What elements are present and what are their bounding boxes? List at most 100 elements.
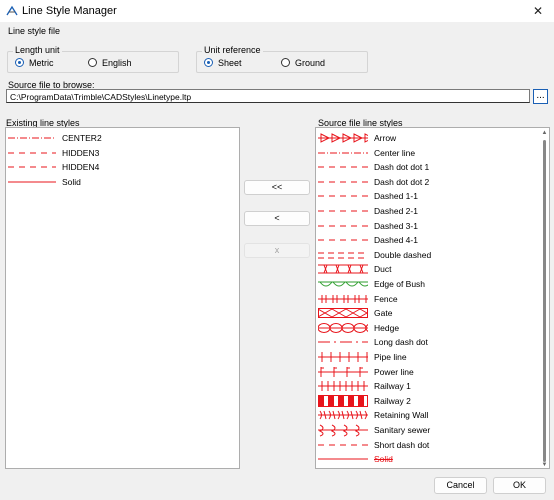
- close-icon[interactable]: ✕: [530, 4, 546, 18]
- list-item-label: Edge of Bush: [374, 279, 426, 289]
- line-pattern-icon: [318, 381, 368, 392]
- sheet-radio[interactable]: Sheet: [204, 58, 264, 70]
- list-item-label: Railway 2: [374, 395, 411, 406]
- english-radio[interactable]: English: [88, 58, 148, 70]
- line-pattern-icon: [318, 458, 368, 460]
- line-pattern-icon: [318, 195, 368, 197]
- cancel-button[interactable]: Cancel: [434, 477, 487, 494]
- line-pattern-icon: [318, 281, 368, 287]
- list-item-label: Dashed 1-1: [374, 191, 418, 202]
- app-icon: [6, 5, 18, 16]
- line-pattern-icon: [318, 294, 368, 303]
- source-file-field[interactable]: C:\ProgramData\Trimble\CADStyles\Linetyp…: [6, 89, 530, 103]
- list-item[interactable]: HIDDEN4: [6, 160, 239, 174]
- list-item[interactable]: Double dashed: [316, 248, 549, 262]
- list-item[interactable]: Short dash dot: [316, 438, 549, 452]
- list-item-label: Arrow: [374, 133, 397, 143]
- window-title: Line Style Manager: [22, 5, 117, 17]
- list-item-label: Power line: [374, 366, 414, 377]
- list-item[interactable]: Power line: [316, 365, 549, 379]
- ground-radio[interactable]: Ground: [281, 58, 341, 70]
- length-unit-legend: Length unit: [13, 45, 62, 55]
- metric-radio[interactable]: Metric: [15, 58, 75, 70]
- line-pattern-icon: [318, 444, 368, 446]
- line-pattern-icon: [318, 239, 368, 241]
- list-item-label: HIDDEN3: [62, 147, 100, 158]
- list-item-label: Double dashed: [374, 249, 432, 260]
- list-item-label: Center line: [374, 147, 416, 158]
- list-item[interactable]: Solid: [6, 175, 239, 189]
- list-item[interactable]: Retaining Wall: [316, 408, 549, 422]
- line-pattern-icon: [318, 467, 368, 469]
- scrollbar-thumb[interactable]: [543, 140, 546, 462]
- line-pattern-icon: [318, 352, 368, 362]
- line-pattern-icon: [318, 424, 368, 437]
- title-bar: Line Style Manager ✕: [0, 0, 554, 22]
- list-item[interactable]: Railway 1: [316, 379, 549, 393]
- list-item[interactable]: Dash dot dot 2: [316, 175, 549, 189]
- list-item[interactable]: Dashed 1-1: [316, 189, 549, 203]
- list-item-label: Solid: [374, 454, 393, 465]
- ok-button[interactable]: OK: [493, 477, 546, 494]
- scroll-down-icon[interactable]: ▼: [540, 462, 549, 468]
- line-pattern-icon: [318, 252, 368, 259]
- list-item-label: Solid: [62, 176, 81, 187]
- list-item-label: Sanitary sewer: [374, 425, 431, 435]
- line-pattern-icon: [318, 225, 368, 227]
- line-pattern-icon: [318, 210, 368, 212]
- list-item[interactable]: Dashed 3-1: [316, 219, 549, 233]
- list-item[interactable]: Arrow: [316, 131, 549, 145]
- line-pattern-icon: [318, 152, 368, 154]
- list-item[interactable]: Sanitary sewer: [316, 423, 549, 437]
- list-item[interactable]: Dashed 4-1: [316, 233, 549, 247]
- list-item-label: CENTER2: [62, 133, 102, 143]
- list-item-label: Dashed 2-1: [374, 206, 418, 216]
- list-item-label: Hedge: [374, 322, 400, 333]
- scroll-up-icon[interactable]: ▲: [540, 130, 549, 136]
- list-item-label: Duct: [374, 264, 392, 275]
- source-line-styles-list[interactable]: Arrow Center line Dash dot dot 1 Dash dot d…: [315, 127, 550, 469]
- list-item[interactable]: Railway 2: [316, 394, 549, 408]
- list-item-label: Short dash dot: [374, 439, 430, 450]
- list-item[interactable]: Pipe line: [316, 350, 549, 364]
- list-item-label: Railway 1: [374, 381, 411, 392]
- radio-selected-icon: [204, 58, 213, 67]
- unit-reference-legend: Unit reference: [202, 45, 263, 55]
- list-item[interactable]: HIDDEN3: [6, 146, 239, 160]
- list-item-label: Gate: [374, 308, 393, 319]
- list-item-label: Fence: [374, 293, 398, 304]
- list-item[interactable]: Dash dot dot 1: [316, 160, 549, 174]
- existing-line-styles-list[interactable]: CENTER2 HIDDEN3 HIDDEN4 Solid: [5, 127, 240, 469]
- remove-button[interactable]: x: [244, 243, 310, 258]
- scrollbar[interactable]: ▲ ▼: [540, 128, 549, 468]
- list-item[interactable]: CENTER2: [6, 131, 239, 145]
- radio-icon: [281, 58, 290, 67]
- list-item[interactable]: Stormwater: [316, 467, 549, 469]
- list-item-label: Long dash dot: [374, 337, 428, 348]
- list-item[interactable]: Hedge: [316, 321, 549, 335]
- list-item[interactable]: Center line: [316, 146, 549, 160]
- section-label: Line style file: [8, 26, 61, 36]
- line-pattern-icon: [8, 181, 56, 183]
- add-button[interactable]: <: [244, 211, 310, 226]
- line-pattern-icon: [318, 411, 368, 420]
- add-all-button[interactable]: <<: [244, 180, 310, 195]
- line-pattern-icon: [318, 264, 368, 274]
- list-item[interactable]: Gate: [316, 306, 549, 320]
- list-item[interactable]: Solid: [316, 452, 549, 466]
- list-item[interactable]: Long dash dot: [316, 335, 549, 349]
- line-pattern-icon: [318, 133, 368, 143]
- line-pattern-icon: [318, 366, 368, 377]
- browse-button[interactable]: ...: [533, 89, 548, 104]
- radio-selected-icon: [15, 58, 24, 67]
- line-pattern-icon: [8, 137, 56, 139]
- list-item[interactable]: Edge of Bush: [316, 277, 549, 291]
- line-pattern-icon: [8, 152, 56, 154]
- radio-icon: [88, 58, 97, 67]
- list-item[interactable]: Duct: [316, 262, 549, 276]
- ground-label: Ground: [295, 58, 326, 68]
- line-pattern-icon: [318, 166, 368, 168]
- list-item[interactable]: Fence: [316, 292, 549, 306]
- line-pattern-icon: [318, 308, 368, 319]
- list-item[interactable]: Dashed 2-1: [316, 204, 549, 218]
